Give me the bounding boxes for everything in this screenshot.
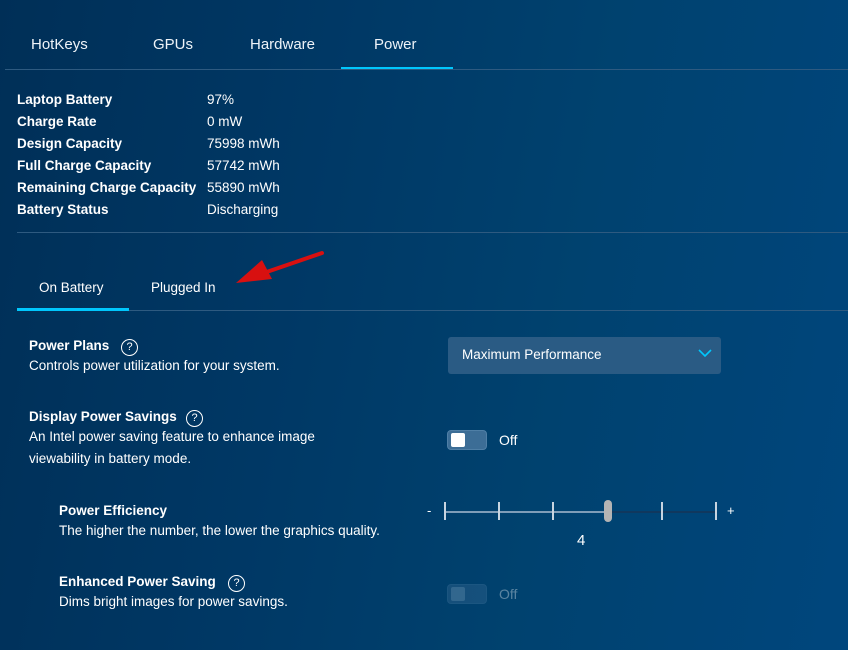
top-tabs-divider: [5, 69, 848, 70]
slider-thumb[interactable]: [603, 500, 612, 522]
top-tab-bar: HotKeys GPUs Hardware Power: [0, 0, 848, 70]
enhanced-power-saving-title: Enhanced Power Saving: [59, 574, 216, 589]
battery-info-label: Laptop Battery: [17, 92, 113, 107]
slider-tick: [444, 502, 446, 520]
enhanced-power-saving-state: Off: [499, 586, 518, 602]
tab-power[interactable]: Power: [374, 36, 417, 53]
battery-info-label: Design Capacity: [17, 136, 123, 151]
enhanced-power-saving-toggle[interactable]: [447, 584, 487, 604]
battery-info-value: 0 mW: [207, 114, 243, 129]
annotation-arrow-icon: [236, 251, 324, 283]
slider-tick: [498, 502, 501, 520]
battery-info-value: 57742 mWh: [207, 158, 280, 173]
power-efficiency-slider[interactable]: - +: [425, 498, 740, 526]
display-power-savings-toggle[interactable]: [447, 430, 487, 450]
tab-on-battery[interactable]: On Battery: [39, 280, 104, 295]
tab-hardware[interactable]: Hardware: [250, 36, 315, 53]
slider-max-label: +: [727, 503, 735, 518]
tab-gpus[interactable]: GPUs: [153, 36, 193, 53]
slider-fill: [445, 511, 608, 513]
display-power-savings-state: Off: [499, 432, 518, 448]
slider-min-label: -: [427, 503, 432, 518]
battery-info-label: Remaining Charge Capacity: [17, 180, 197, 195]
display-power-savings-title: Display Power Savings: [29, 409, 177, 424]
battery-info-value: 55890 mWh: [207, 180, 280, 195]
display-power-savings-description: An Intel power saving feature to enhance…: [29, 429, 315, 444]
help-icon[interactable]: ?: [228, 575, 245, 592]
slider-tick: [552, 502, 555, 520]
battery-info-label: Full Charge Capacity: [17, 158, 152, 173]
battery-info-value: 97%: [207, 92, 235, 107]
slider-tick: [660, 502, 663, 520]
active-subtab-indicator: [17, 308, 129, 311]
power-plan-dropdown[interactable]: Maximum Performance: [448, 337, 721, 374]
chevron-down-icon: [698, 349, 712, 358]
display-power-savings-description: viewability in battery mode.: [29, 451, 192, 466]
tab-hotkeys[interactable]: HotKeys: [31, 36, 88, 53]
battery-info-value: Discharging: [207, 202, 279, 217]
power-efficiency-value: 4: [577, 532, 586, 549]
battery-info-value: 75998 mWh: [207, 136, 280, 151]
enhanced-power-saving-description: Dims bright images for power savings.: [59, 594, 288, 609]
battery-info-divider: [17, 232, 848, 233]
battery-info-label: Charge Rate: [17, 114, 97, 129]
battery-info-label: Battery Status: [17, 202, 109, 217]
power-efficiency-title: Power Efficiency: [59, 503, 168, 518]
toggle-knob: [451, 587, 465, 601]
power-plan-selected: Maximum Performance: [462, 347, 602, 362]
power-efficiency-description: The higher the number, the lower the gra…: [59, 523, 380, 538]
subtabs-divider: [129, 310, 848, 311]
tab-plugged-in[interactable]: Plugged In: [151, 280, 216, 295]
power-plans-title: Power Plans: [29, 338, 110, 353]
slider-tick: [715, 502, 717, 520]
power-plans-description: Controls power utilization for your syst…: [29, 358, 280, 373]
help-icon[interactable]: ?: [121, 339, 138, 356]
help-icon[interactable]: ?: [186, 410, 203, 427]
toggle-knob: [451, 433, 465, 447]
